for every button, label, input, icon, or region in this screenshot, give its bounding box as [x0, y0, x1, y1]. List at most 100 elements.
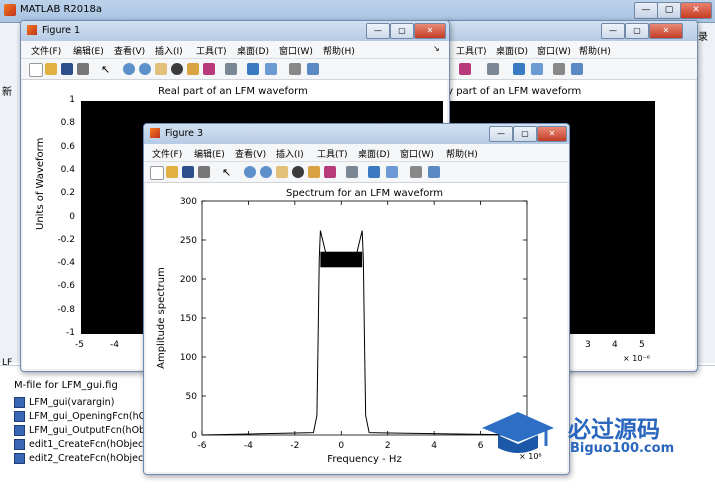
menu-insert[interactable]: 插入(I) [155, 44, 183, 57]
rotate-icon[interactable] [171, 63, 183, 75]
save-icon[interactable] [182, 166, 194, 178]
menu-tools[interactable]: 工具(T) [196, 44, 227, 57]
pan-icon[interactable] [155, 63, 167, 75]
legend-icon[interactable] [386, 166, 398, 178]
menu-help[interactable]: 帮助(H) [446, 147, 478, 160]
brush-icon[interactable] [203, 63, 215, 75]
x-tick-label: 2 [385, 441, 391, 451]
link-icon[interactable] [346, 166, 358, 178]
function-item[interactable]: LFM_gui_OpeningFcn(hO... [14, 411, 155, 424]
right-edge-text: 录 [698, 32, 708, 43]
close-button[interactable]: ✕ [649, 23, 683, 39]
new-figure-icon[interactable] [150, 166, 164, 180]
x-tick-label: 5 [639, 340, 645, 350]
function-item[interactable]: edit1_CreateFcn(hObject,... [14, 439, 159, 452]
brush-icon[interactable] [324, 166, 336, 178]
menu-window[interactable]: 窗口(W) [400, 147, 434, 160]
menu-help[interactable]: 帮助(H) [323, 44, 355, 57]
matlab-logo-icon [4, 4, 16, 16]
show-tools-icon[interactable] [307, 63, 319, 75]
legend-icon[interactable] [531, 63, 543, 75]
figure-2-menubar: 工具(T) 桌面(D) 窗口(W) 帮助(H) [441, 41, 697, 59]
menu-window[interactable]: 窗口(W) [537, 44, 571, 57]
data-cursor-icon[interactable] [187, 63, 199, 75]
menu-desktop[interactable]: 桌面(D) [496, 44, 528, 57]
zoom-in-icon[interactable] [244, 166, 256, 178]
menu-help[interactable]: 帮助(H) [579, 44, 611, 57]
print-icon[interactable] [198, 166, 210, 178]
menu-desktop[interactable]: 桌面(D) [358, 147, 390, 160]
function-icon [14, 425, 25, 436]
x-tick-label: -5 [75, 340, 84, 350]
function-icon [14, 439, 25, 450]
function-icon [14, 411, 25, 422]
pointer-icon[interactable]: ↖ [222, 166, 234, 179]
function-item[interactable]: LFM_gui(varargin) [14, 397, 114, 410]
minimize-button[interactable]: — [489, 126, 513, 142]
watermark: 必过源码 Biguo100.com [480, 408, 674, 461]
brush-icon[interactable] [459, 63, 471, 75]
figure-icon [150, 128, 160, 138]
figure-1-menubar: 文件(F) 编辑(E) 查看(V) 插入(I) 工具(T) 桌面(D) 窗口(W… [21, 41, 449, 59]
x-tick-label: -2 [290, 441, 299, 451]
close-button[interactable]: ✕ [414, 23, 446, 39]
x-tick-label: 4 [612, 340, 618, 350]
hide-tools-icon[interactable] [553, 63, 565, 75]
minimize-button[interactable]: — [601, 23, 625, 39]
close-button[interactable]: ✕ [680, 2, 712, 19]
y-axis-label: Units of Waveform [35, 137, 46, 230]
menu-file[interactable]: 文件(F) [31, 44, 61, 57]
save-icon[interactable] [61, 63, 73, 75]
close-button[interactable]: ✕ [537, 126, 567, 142]
y-tick-label: 300 [180, 197, 197, 207]
colorbar-icon[interactable] [513, 63, 525, 75]
x-tick-label: 4 [431, 441, 437, 451]
show-tools-icon[interactable] [428, 166, 440, 178]
menu-file[interactable]: 文件(F) [152, 147, 182, 160]
colorbar-icon[interactable] [368, 166, 380, 178]
menu-tools[interactable]: 工具(T) [317, 147, 348, 160]
zoom-out-icon[interactable] [139, 63, 151, 75]
pointer-icon[interactable]: ↖ [101, 63, 113, 76]
data-cursor-icon[interactable] [308, 166, 320, 178]
minimize-button[interactable]: — [634, 2, 658, 19]
menubar-arrow-icon[interactable]: ↘ [433, 44, 440, 53]
menu-desktop[interactable]: 桌面(D) [237, 44, 269, 57]
figure-3-titlebar[interactable]: Figure 3 — ▢ ✕ [144, 124, 569, 144]
menu-view[interactable]: 查看(V) [235, 147, 266, 160]
menu-view[interactable]: 查看(V) [114, 44, 145, 57]
open-icon[interactable] [45, 63, 57, 75]
function-item[interactable]: LFM_gui_OutputFcn(hObj... [14, 425, 157, 438]
maximize-button[interactable]: ▢ [625, 23, 649, 39]
x-tick-label: 0 [338, 441, 344, 451]
menu-window[interactable]: 窗口(W) [279, 44, 313, 57]
menu-tools[interactable]: 工具(T) [456, 44, 487, 57]
menu-insert[interactable]: 插入(I) [276, 147, 304, 160]
function-item[interactable]: edit2_CreateFcn(hObject,... [14, 453, 159, 466]
new-figure-icon[interactable] [29, 63, 43, 77]
legend-icon[interactable] [265, 63, 277, 75]
open-icon[interactable] [166, 166, 178, 178]
rotate-icon[interactable] [292, 166, 304, 178]
maximize-button[interactable]: ▢ [657, 2, 681, 19]
function-icon [14, 453, 25, 464]
hide-tools-icon[interactable] [410, 166, 422, 178]
maximize-button[interactable]: ▢ [513, 126, 537, 142]
zoom-in-icon[interactable] [123, 63, 135, 75]
x-tick-label: 3 [585, 340, 591, 350]
menu-edit[interactable]: 编辑(E) [194, 147, 225, 160]
minimize-button[interactable]: — [366, 23, 390, 39]
pan-icon[interactable] [276, 166, 288, 178]
figure-1-toolbar: ↖ [21, 59, 449, 80]
link-icon[interactable] [225, 63, 237, 75]
maximize-button[interactable]: ▢ [390, 23, 414, 39]
colorbar-icon[interactable] [247, 63, 259, 75]
zoom-out-icon[interactable] [260, 166, 272, 178]
link-icon[interactable] [487, 63, 499, 75]
show-tools-icon[interactable] [571, 63, 583, 75]
hide-tools-icon[interactable] [289, 63, 301, 75]
print-icon[interactable] [77, 63, 89, 75]
figure-1-titlebar[interactable]: Figure 1 — ▢ ✕ [21, 21, 449, 41]
menu-edit[interactable]: 编辑(E) [73, 44, 104, 57]
figure-2-titlebar[interactable]: — ▢ ✕ [441, 21, 697, 41]
